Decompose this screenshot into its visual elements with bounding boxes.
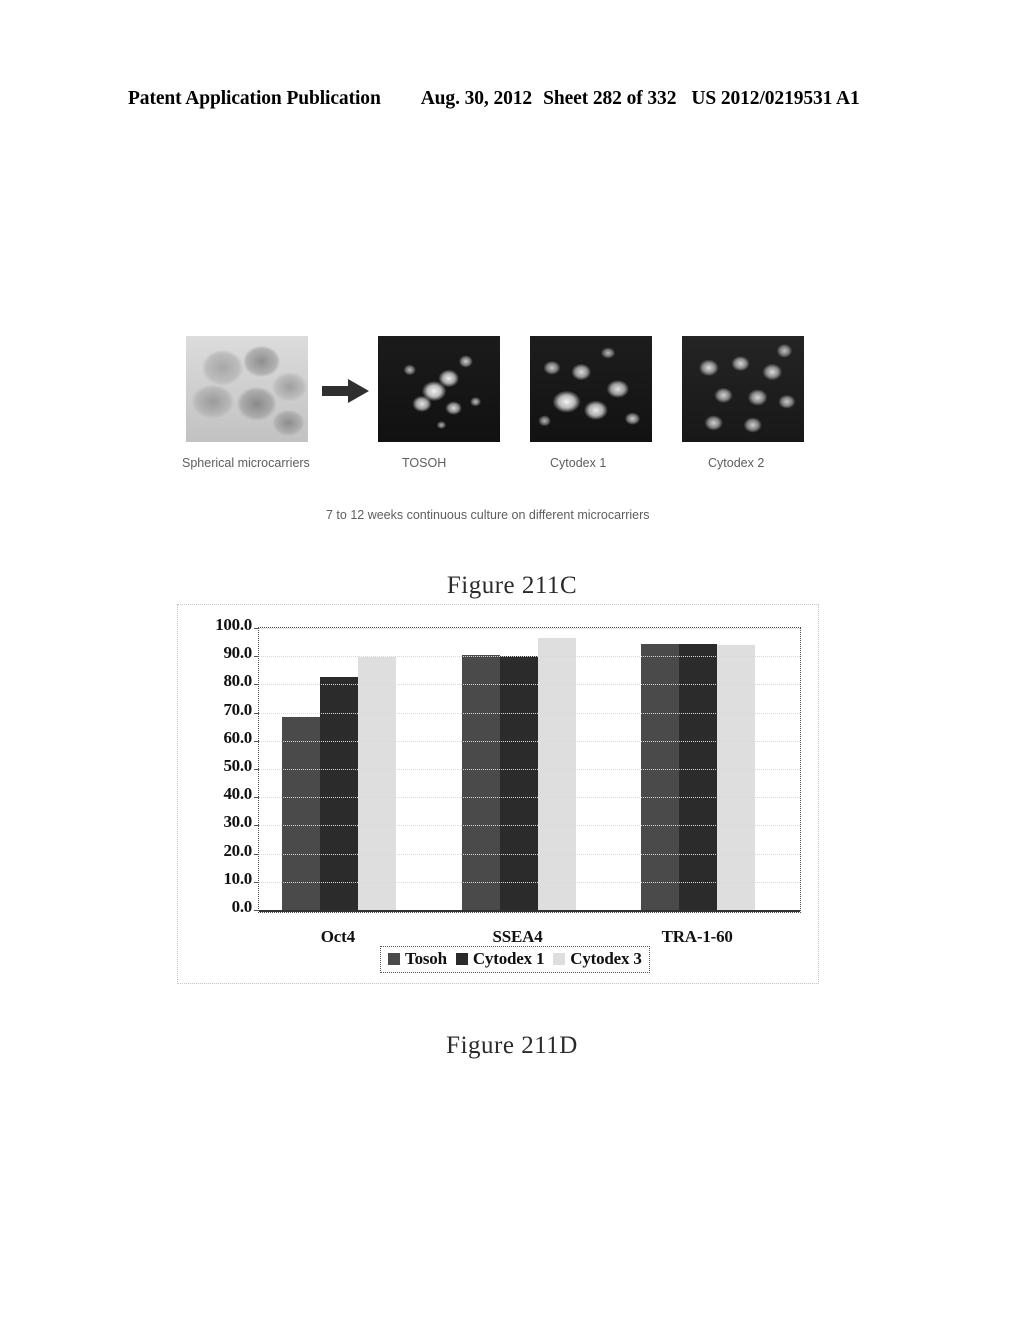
panel-label-tosoh: TOSOH <box>402 456 447 470</box>
y-axis-tick-mark <box>254 797 259 799</box>
gridline <box>259 797 800 799</box>
page-header: Patent Application Publication Aug. 30, … <box>128 88 896 110</box>
header-date: Aug. 30, 2012 <box>420 88 533 109</box>
figure-caption-211d: Figure 211D <box>446 1032 578 1059</box>
legend-label: Tosoh <box>405 949 447 968</box>
x-axis-line <box>259 910 800 912</box>
gridline <box>259 881 800 883</box>
y-axis-tick-70-0: 70.0 <box>223 699 252 719</box>
y-axis-tick-mark <box>254 769 259 770</box>
y-axis-tick-mark <box>254 853 259 855</box>
micrograph-row <box>186 336 836 444</box>
x-axis-label-tra-1-60: TRA-1-60 <box>661 927 733 946</box>
gridline <box>259 769 800 770</box>
legend-swatch-icon <box>553 953 566 965</box>
legend-swatch-icon <box>455 953 468 965</box>
gridline <box>259 712 800 714</box>
micrograph-culture-note: 7 to 12 weeks continuous culture on diff… <box>326 508 650 522</box>
gridline <box>259 656 800 658</box>
chart-inner: 0.0 10.0 20.0 30.0 40.0 50.0 60.0 70.0 80.0 90.0 1… <box>178 605 820 985</box>
x-axis-label-ssea4: SSEA4 <box>492 927 543 946</box>
y-axis-tick-80-0: 80.0 <box>223 671 252 691</box>
header-patent-number: US 2012/0219531 A1 <box>691 88 860 109</box>
y-axis-tick-20-0: 20.0 <box>223 840 252 860</box>
figure-211c-panel-group: Spherical microcarriers TOSOH Cytodex 1 … <box>182 336 836 536</box>
plot-area <box>254 626 801 913</box>
bar-ssea4-cytodex-1 <box>499 656 538 910</box>
header-sheet-number: Sheet 282 of 332 <box>543 88 677 109</box>
panel-label-cytodex-2: Cytodex 2 <box>708 456 765 470</box>
bar-ssea4-cytodex-3 <box>537 638 576 910</box>
right-arrow-icon <box>322 378 370 404</box>
micrograph-tosoh <box>378 336 500 442</box>
y-axis-tick-mark <box>254 910 259 911</box>
gridline <box>259 740 800 742</box>
micrograph-spherical-microcarriers <box>186 336 308 442</box>
chart-legend: Tosoh Cytodex 1 Cytodex 3 <box>380 946 650 973</box>
y-axis-tick-90-0: 90.0 <box>223 643 252 663</box>
x-axis-label-oct4: Oct4 <box>320 927 355 946</box>
legend-item-cytodex-3[interactable]: Cytodex 3 <box>553 949 642 969</box>
y-axis-tick-0-0: 0.0 <box>231 897 253 916</box>
y-axis-tick-mark <box>254 656 259 658</box>
panel-label-spherical-microcarriers: Spherical microcarriers <box>182 456 310 470</box>
micrograph-cytodex-1 <box>530 336 652 442</box>
legend-swatch-icon <box>388 953 400 965</box>
micrograph-cytodex-2 <box>682 336 804 442</box>
y-axis-tick-mark <box>254 628 259 629</box>
y-axis-tick-100-0: 100.0 <box>215 615 252 634</box>
bar-group-tra-1-60 <box>641 626 756 910</box>
legend-label: Cytodex 1 <box>472 949 545 968</box>
bar-oct4-cytodex-3 <box>357 656 396 910</box>
y-axis-tick-10-0: 10.0 <box>223 868 252 888</box>
gridline <box>259 628 800 629</box>
y-axis-tick-labels: 0.0 10.0 20.0 30.0 40.0 50.0 60.0 70.0 80.0 90.0 1… <box>186 615 252 916</box>
y-axis-tick-mark <box>254 684 259 686</box>
gridline <box>259 825 800 827</box>
micrograph-captions: Spherical microcarriers TOSOH Cytodex 1 … <box>182 456 836 476</box>
legend-item-tosoh[interactable]: Tosoh <box>388 949 447 969</box>
y-axis-tick-30-0: 30.0 <box>223 812 252 832</box>
y-axis-tick-mark <box>254 881 259 883</box>
bar-ssea4-tosoh <box>461 654 500 910</box>
legend-label: Cytodex 3 <box>570 949 642 968</box>
figure-caption-211c: Figure 211C <box>446 572 578 599</box>
y-axis-tick-mark <box>254 712 259 714</box>
gridline <box>259 853 800 855</box>
panel-label-cytodex-1: Cytodex 1 <box>550 456 607 470</box>
header-publication-title: Patent Application Publication <box>128 88 381 109</box>
y-axis-tick-mark <box>254 825 259 827</box>
bar-group-oct4 <box>281 626 396 910</box>
y-axis-tick-60-0: 60.0 <box>223 727 252 747</box>
y-axis-tick-mark <box>254 740 259 742</box>
bars-layer <box>259 626 800 910</box>
legend-item-cytodex-1[interactable]: Cytodex 1 <box>455 949 545 969</box>
bar-group-ssea4 <box>461 626 576 910</box>
y-axis-tick-50-0: 50.0 <box>223 756 252 775</box>
bar-chart: 0.0 10.0 20.0 30.0 40.0 50.0 60.0 70.0 80.0 90.0 1… <box>177 604 819 984</box>
gridline <box>259 684 800 686</box>
y-axis-tick-40-0: 40.0 <box>223 784 252 804</box>
